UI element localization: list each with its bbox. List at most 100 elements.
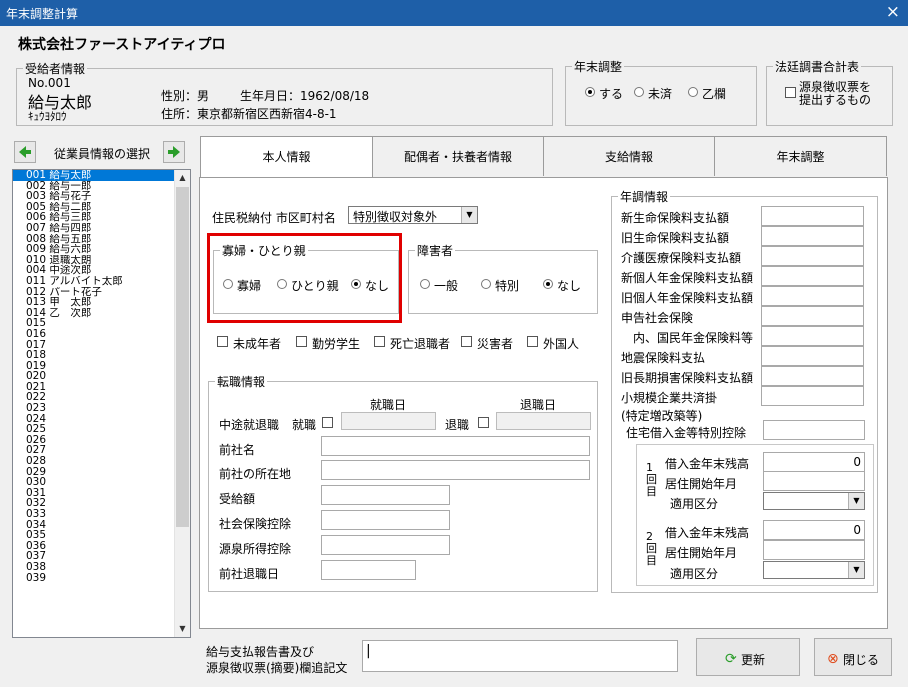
annual-item-field[interactable] (761, 246, 864, 266)
list-item[interactable]: 001 給与太郎 (13, 170, 175, 181)
list-item[interactable]: 009 給与六郎 (13, 244, 175, 255)
prev-employee-button[interactable] (14, 141, 36, 163)
year-end-otsu-radio[interactable] (688, 87, 698, 97)
list-item[interactable]: 014 乙 次郎 (13, 308, 175, 319)
annual-item-field[interactable] (761, 266, 864, 286)
list-item[interactable]: 011 アルバイト太郎 (13, 276, 175, 287)
update-button[interactable]: ⟳ 更新 (696, 638, 800, 676)
received-amount-field[interactable] (321, 485, 450, 505)
tab-spouse-dependents[interactable]: 配偶者・扶養者情報 (372, 136, 544, 176)
foreigner-checkbox[interactable] (527, 336, 538, 347)
list-item[interactable]: 010 退職太朗 (13, 255, 175, 266)
list-item[interactable]: 023 (13, 403, 175, 414)
housing-deduction-field[interactable] (763, 420, 865, 440)
list-item[interactable]: 027 (13, 445, 175, 456)
loan-1-category-select[interactable]: ▼ (763, 492, 865, 510)
list-item[interactable]: 020 (13, 371, 175, 382)
prev-company-address-field[interactable] (321, 460, 590, 480)
list-item[interactable]: 021 (13, 382, 175, 393)
list-item[interactable]: 030 (13, 477, 175, 488)
loan-2-category-select[interactable]: ▼ (763, 561, 865, 579)
loan-1-move-in-field[interactable] (763, 471, 865, 491)
list-item[interactable]: 008 給与五郎 (13, 234, 175, 245)
prev-company-name-field[interactable] (321, 436, 590, 456)
next-employee-button[interactable] (163, 141, 185, 163)
list-item[interactable]: 007 給与四郎 (13, 223, 175, 234)
minor-checkbox[interactable] (217, 336, 228, 347)
list-item[interactable]: 035 (13, 530, 175, 541)
loan-1-balance-field[interactable]: 0 (763, 452, 865, 472)
employee-select-label: 従業員情報の選択 (54, 147, 151, 161)
annual-item-field[interactable] (761, 326, 864, 346)
annual-item-field[interactable] (761, 306, 864, 326)
hire-date-field[interactable] (341, 412, 436, 430)
list-item[interactable]: 019 (13, 361, 175, 372)
list-item[interactable]: 004 中途次郎 (13, 265, 175, 276)
working-student-checkbox[interactable] (296, 336, 307, 347)
tab-payment-info[interactable]: 支給情報 (543, 136, 715, 176)
loan-2-balance-field[interactable]: 0 (763, 520, 865, 540)
list-item[interactable]: 037 (13, 551, 175, 562)
withholding-tax-field[interactable] (321, 535, 450, 555)
list-item[interactable]: 038 (13, 562, 175, 573)
disability-none-radio[interactable] (543, 279, 553, 289)
list-item[interactable]: 039 (13, 573, 175, 584)
scroll-down-icon[interactable]: ▼ (175, 621, 190, 637)
list-item[interactable]: 026 (13, 435, 175, 446)
employee-list-scrollbar[interactable]: ▲ ▼ (174, 170, 190, 637)
list-item[interactable]: 016 (13, 329, 175, 340)
annual-item-label: 新個人年金保険料支払額 (621, 271, 754, 285)
annual-item-label: 地震保険料支払 (621, 351, 706, 365)
hire-checkbox[interactable] (322, 417, 333, 428)
list-item[interactable]: 003 給与花子 (13, 191, 175, 202)
annual-item-field[interactable] (761, 366, 864, 386)
employee-listbox[interactable]: 001 給与太郎 002 給与一郎 003 給与花子 005 給与二郎 006 給与三郎… (12, 169, 191, 638)
tab-year-end[interactable]: 年末調整 (714, 136, 887, 176)
legal-summary-label: 法廷調書合計表 (775, 60, 860, 74)
list-item[interactable]: 029 (13, 467, 175, 478)
prev-retire-date-field[interactable] (321, 560, 416, 580)
list-item[interactable]: 033 (13, 509, 175, 520)
year-end-pending-radio[interactable] (634, 87, 644, 97)
deceased-retiree-checkbox[interactable] (374, 336, 385, 347)
scroll-up-icon[interactable]: ▲ (175, 170, 190, 186)
list-item[interactable]: 017 (13, 340, 175, 351)
list-item[interactable]: 031 (13, 488, 175, 499)
year-end-do-radio[interactable] (585, 87, 595, 97)
list-item[interactable]: 032 (13, 498, 175, 509)
retire-date-field[interactable] (496, 412, 591, 430)
resident-tax-select[interactable]: 特別徴収対象外 ▼ (348, 206, 478, 224)
list-item[interactable]: 025 (13, 424, 175, 435)
close-button[interactable]: ⊗ 閉じる (814, 638, 892, 676)
scroll-thumb[interactable] (176, 187, 189, 527)
list-item[interactable]: 013 甲 太郎 (13, 297, 175, 308)
list-item[interactable]: 034 (13, 520, 175, 531)
list-item[interactable]: 028 (13, 456, 175, 467)
loan-2-move-in-field[interactable] (763, 540, 865, 560)
disaster-victim-checkbox[interactable] (461, 336, 472, 347)
annual-item-field[interactable] (761, 386, 864, 406)
employee-list[interactable]: 001 給与太郎 002 給与一郎 003 給与花子 005 給与二郎 006 給与三郎… (13, 170, 175, 583)
list-item[interactable]: 018 (13, 350, 175, 361)
recipient-kana: ｷｭｳﾖﾀﾛｳ (28, 110, 67, 123)
list-item[interactable]: 012 パート花子 (13, 287, 175, 298)
annual-item-field[interactable] (761, 226, 864, 246)
list-item[interactable]: 036 (13, 541, 175, 552)
annual-item-field[interactable] (761, 286, 864, 306)
annual-item-field[interactable] (761, 206, 864, 226)
close-window-icon[interactable]: × (886, 2, 900, 22)
retire-checkbox[interactable] (478, 417, 489, 428)
withholding-slip-checkbox[interactable] (785, 87, 796, 98)
note-textarea[interactable]: | (362, 640, 678, 672)
disability-special-radio[interactable] (481, 279, 491, 289)
social-insurance-field[interactable] (321, 510, 450, 530)
list-item[interactable]: 022 (13, 392, 175, 403)
list-item[interactable]: 005 給与二郎 (13, 202, 175, 213)
tab-personal-info[interactable]: 本人情報 (200, 136, 373, 178)
disability-general-radio[interactable] (420, 279, 430, 289)
list-item[interactable]: 015 (13, 318, 175, 329)
list-item[interactable]: 006 給与三郎 (13, 212, 175, 223)
list-item[interactable]: 024 (13, 414, 175, 425)
list-item[interactable]: 002 給与一郎 (13, 181, 175, 192)
annual-item-field[interactable] (761, 346, 864, 366)
